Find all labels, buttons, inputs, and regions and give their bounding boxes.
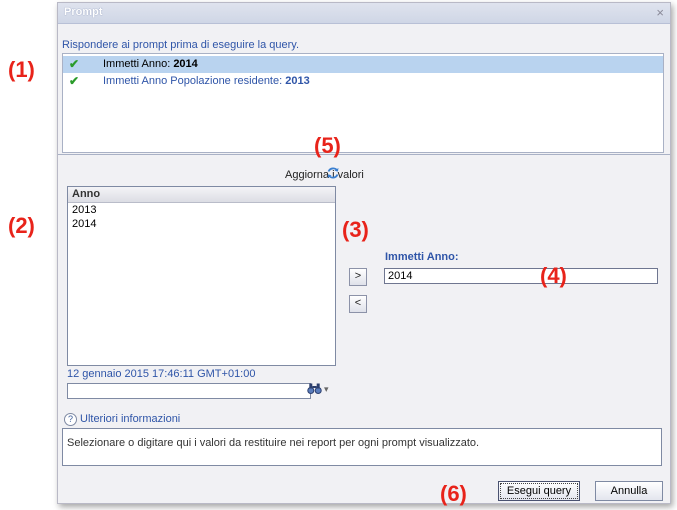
cancel-button[interactable]: Annulla xyxy=(595,481,663,501)
instruction-text: Rispondere ai prompt prima di eseguire l… xyxy=(62,39,300,51)
field-label: Immetti Anno: xyxy=(385,251,459,263)
prompt-row-anno[interactable]: ✔ Immetti Anno: 2014 xyxy=(63,56,663,73)
prompt-value: 2014 xyxy=(173,58,198,70)
annotation-6: (6) xyxy=(440,481,467,506)
annotation-1: (1) xyxy=(8,57,35,82)
refresh-icon[interactable] xyxy=(326,166,340,180)
dialog-titlebar: Prompt × xyxy=(58,3,670,24)
refresh-values-link[interactable]: Aggiorna i valori xyxy=(285,169,364,181)
refresh-timestamp: 12 gennaio 2015 17:46:11 GMT+01:00 xyxy=(67,368,256,380)
list-item[interactable]: 2013 xyxy=(68,203,335,217)
divider xyxy=(58,154,670,155)
list-item[interactable]: 2014 xyxy=(68,217,335,231)
chevron-down-icon[interactable]: ▾ xyxy=(324,384,329,395)
prompt-label: Immetti Anno Popolazione residente: xyxy=(103,75,286,87)
values-list[interactable]: Anno 2013 2014 xyxy=(67,186,336,366)
prompt-list: ✔ Immetti Anno: 2014 ✔ Immetti Anno Popo… xyxy=(62,53,664,153)
values-column-header: Anno xyxy=(68,187,335,203)
prompt-row-anno-popolazione[interactable]: ✔ Immetti Anno Popolazione residente: 20… xyxy=(63,73,663,90)
annotation-3: (3) xyxy=(342,217,369,242)
dialog-title: Prompt xyxy=(64,6,103,18)
prompt-label: Immetti Anno: xyxy=(103,58,174,70)
description-text: Selezionare o digitare qui i valori da r… xyxy=(67,437,480,449)
annotation-2: (2) xyxy=(8,213,35,238)
close-icon[interactable]: × xyxy=(656,5,664,20)
check-icon: ✔ xyxy=(69,74,80,88)
more-info-link[interactable]: Ulteriori informazioni xyxy=(80,413,180,425)
annotation-5: (5) xyxy=(314,133,341,158)
check-icon: ✔ xyxy=(69,57,80,71)
remove-value-button[interactable]: < xyxy=(349,295,367,313)
prompt-dialog: Prompt × Rispondere ai prompt prima di e… xyxy=(57,2,671,504)
run-query-button[interactable]: Esegui query xyxy=(498,481,580,501)
description-box: Selezionare o digitare qui i valori da r… xyxy=(62,428,662,466)
prompt-value: 2013 xyxy=(285,75,310,87)
help-icon[interactable]: ? xyxy=(64,413,77,426)
binoculars-search-icon[interactable] xyxy=(307,382,322,398)
add-value-button[interactable]: > xyxy=(349,268,367,286)
search-input[interactable] xyxy=(67,383,311,399)
annotation-4: (4) xyxy=(540,263,567,288)
anno-value-input[interactable] xyxy=(384,268,658,284)
